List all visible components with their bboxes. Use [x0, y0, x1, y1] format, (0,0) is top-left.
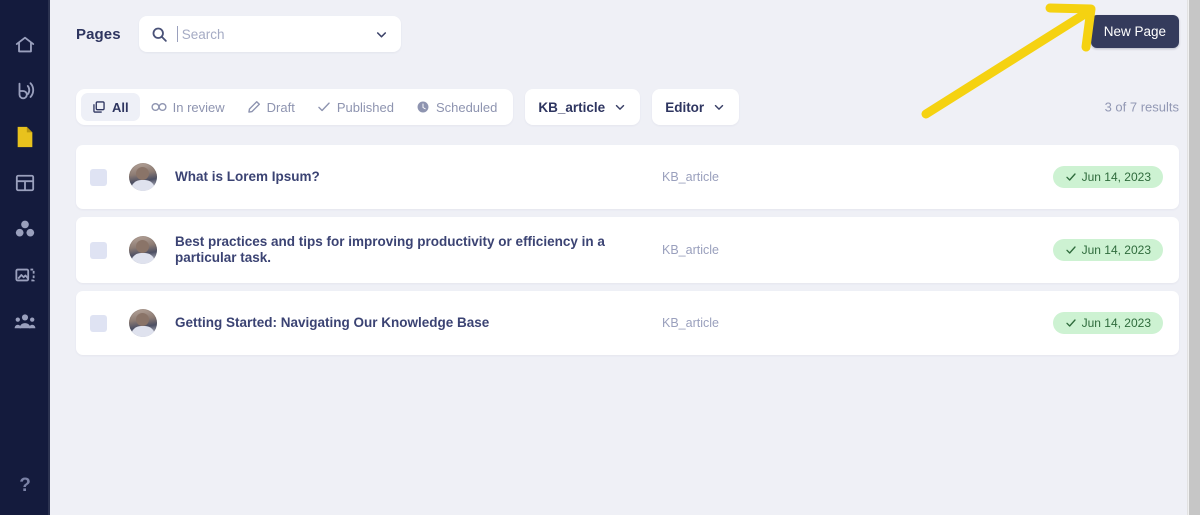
avatar — [129, 309, 157, 337]
page-title: Pages — [76, 25, 121, 43]
main-content: Pages New Page — [50, 0, 1200, 515]
chevron-down-icon — [613, 100, 627, 114]
dropdown-editor-label: Editor — [665, 99, 705, 115]
tab-draft[interactable]: Draft — [236, 93, 306, 121]
row-title[interactable]: Best practices and tips for improving pr… — [175, 234, 655, 266]
scrollbar-thumb[interactable] — [1189, 0, 1200, 515]
sidebar-item-pages[interactable] — [0, 114, 50, 160]
check-icon — [1065, 317, 1077, 329]
row-checkbox[interactable] — [90, 241, 107, 259]
app-root: ? Pages New Page — [0, 0, 1200, 515]
tab-published-label: Published — [336, 99, 394, 115]
sidebar: ? — [0, 0, 50, 515]
status-badge-date: Jun 14, 2023 — [1081, 170, 1151, 184]
status-badge-date: Jun 14, 2023 — [1081, 316, 1151, 330]
chevron-down-icon — [712, 100, 726, 114]
sidebar-item-media[interactable] — [0, 252, 50, 298]
tab-all-label: All — [112, 99, 129, 115]
search-icon — [151, 26, 168, 43]
table-row[interactable]: What is Lorem Ipsum? KB_article Jun 14, … — [76, 145, 1179, 209]
tab-scheduled[interactable]: Scheduled — [405, 93, 508, 121]
media-icon — [14, 265, 36, 285]
sidebar-item-home[interactable] — [0, 22, 50, 68]
clock-icon — [416, 100, 430, 114]
avatar — [129, 163, 157, 191]
row-category: KB_article — [662, 243, 719, 257]
dropdown-content-type-label: KB_article — [538, 99, 606, 115]
status-badge: Jun 14, 2023 — [1052, 166, 1163, 188]
blocks-icon — [14, 218, 36, 240]
new-page-button[interactable]: New Page — [1090, 15, 1179, 48]
question-mark-icon: ? — [19, 475, 31, 496]
table-row[interactable]: Best practices and tips for improving pr… — [76, 217, 1179, 283]
sidebar-item-blocks[interactable] — [0, 206, 50, 252]
tab-published[interactable]: Published — [306, 93, 405, 121]
chevron-down-icon[interactable] — [374, 27, 389, 42]
tab-scheduled-label: Scheduled — [435, 99, 498, 115]
broadcast-icon — [14, 80, 36, 102]
results-count: 3 of 7 results — [1104, 99, 1179, 115]
table-icon — [14, 173, 36, 193]
sidebar-item-tables[interactable] — [0, 160, 50, 206]
row-title[interactable]: What is Lorem Ipsum? — [175, 169, 320, 185]
row-checkbox[interactable] — [90, 168, 107, 186]
tab-draft-label: Draft — [266, 99, 295, 115]
home-icon — [14, 34, 36, 56]
status-badge: Jun 14, 2023 — [1052, 239, 1163, 261]
toolbar: All In review Draft Published Scheduled … — [50, 85, 1200, 129]
tab-in-review-label: In review — [172, 99, 225, 115]
tab-in-review[interactable]: In review — [140, 93, 236, 121]
row-category: KB_article — [662, 316, 719, 330]
sidebar-item-team[interactable] — [0, 298, 50, 344]
avatar — [129, 236, 157, 264]
row-category: KB_article — [662, 170, 719, 184]
glasses-icon — [151, 100, 167, 114]
copy-icon — [92, 100, 106, 114]
dropdown-content-type[interactable]: KB_article — [525, 89, 641, 125]
row-checkbox[interactable] — [90, 314, 107, 332]
row-title[interactable]: Getting Started: Navigating Our Knowledg… — [175, 315, 489, 331]
header: Pages — [50, 0, 1200, 56]
search-input[interactable] — [176, 26, 368, 42]
check-icon — [1065, 244, 1077, 256]
search-bar[interactable] — [138, 16, 401, 52]
dropdown-editor[interactable]: Editor — [652, 89, 740, 125]
team-icon — [14, 312, 36, 330]
filter-tab-group: All In review Draft Published Scheduled — [76, 89, 514, 125]
status-badge: Jun 14, 2023 — [1052, 312, 1163, 334]
table-row[interactable]: Getting Started: Navigating Our Knowledg… — [76, 291, 1179, 355]
sidebar-item-broadcast[interactable] — [0, 68, 50, 114]
check-icon — [317, 100, 331, 114]
pencil-icon — [247, 100, 261, 114]
page-icon — [15, 126, 35, 148]
pages-list: What is Lorem Ipsum? KB_article Jun 14, … — [50, 129, 1200, 355]
tab-all[interactable]: All — [81, 93, 140, 121]
status-badge-date: Jun 14, 2023 — [1081, 243, 1151, 257]
vertical-scrollbar[interactable] — [1187, 0, 1200, 515]
sidebar-help-button[interactable]: ? — [0, 475, 50, 497]
check-icon — [1065, 171, 1077, 183]
